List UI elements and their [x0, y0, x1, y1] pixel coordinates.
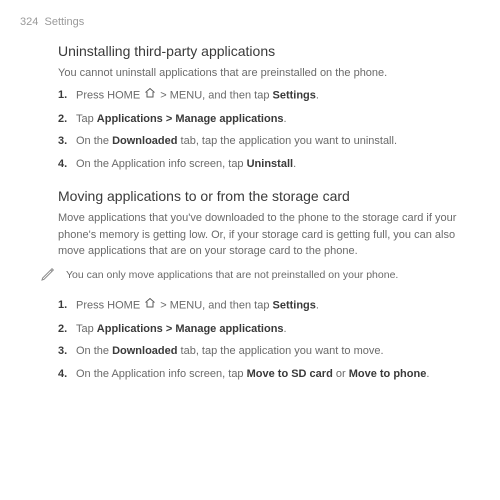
- section-intro-moving: Move applications that you've downloaded…: [58, 210, 480, 260]
- list-item: On the Application info screen, tap Unin…: [76, 156, 480, 173]
- step-bold: Settings: [273, 90, 316, 102]
- breadcrumb: Settings: [44, 16, 84, 28]
- section-title-moving: Moving applications to or from the stora…: [58, 186, 480, 207]
- step-text: Press HOME: [76, 300, 143, 312]
- list-item: Press HOME > MENU, and then tap Settings…: [76, 297, 480, 315]
- steps-uninstall: Press HOME > MENU, and then tap Settings…: [58, 87, 480, 172]
- list-item: Press HOME > MENU, and then tap Settings…: [76, 87, 480, 105]
- page-number: 324: [20, 16, 38, 28]
- step-text: or: [333, 368, 349, 380]
- step-text: tab, tap the application you want to mov…: [177, 345, 383, 357]
- list-item: On the Application info screen, tap Move…: [76, 366, 480, 383]
- note-text: You can only move applications that are …: [66, 266, 398, 284]
- step-text: On the Application info screen, tap: [76, 158, 247, 170]
- pencil-icon: [40, 266, 56, 288]
- step-text: .: [426, 368, 429, 380]
- step-text: .: [284, 323, 287, 335]
- section-intro-uninstall: You cannot uninstall applications that a…: [58, 65, 480, 82]
- list-item: On the Downloaded tab, tap the applicati…: [76, 343, 480, 360]
- step-text: Tap: [76, 113, 97, 125]
- step-text: Press HOME: [76, 90, 143, 102]
- step-text: Tap: [76, 323, 97, 335]
- step-text: On the: [76, 345, 112, 357]
- step-text: .: [293, 158, 296, 170]
- step-bold: Downloaded: [112, 135, 177, 147]
- home-icon: [144, 87, 156, 105]
- step-text: tab, tap the application you want to uni…: [177, 135, 397, 147]
- step-bold: Move to phone: [349, 368, 427, 380]
- list-item: Tap Applications > Manage applications.: [76, 111, 480, 128]
- home-icon: [144, 297, 156, 315]
- note: You can only move applications that are …: [40, 266, 480, 288]
- step-bold: Move to SD card: [247, 368, 333, 380]
- step-text: On the Application info screen, tap: [76, 368, 247, 380]
- step-bold: Applications > Manage applications: [97, 323, 284, 335]
- step-text: .: [316, 90, 319, 102]
- step-bold: Uninstall: [247, 158, 293, 170]
- step-bold: Applications > Manage applications: [97, 113, 284, 125]
- list-item: Tap Applications > Manage applications.: [76, 321, 480, 338]
- page-header: 324 Settings: [20, 14, 480, 31]
- step-text: > MENU, and then tap: [157, 300, 272, 312]
- step-text: .: [284, 113, 287, 125]
- list-item: On the Downloaded tab, tap the applicati…: [76, 133, 480, 150]
- step-text: > MENU, and then tap: [157, 90, 272, 102]
- step-bold: Settings: [273, 300, 316, 312]
- section-title-uninstall: Uninstalling third-party applications: [58, 41, 480, 62]
- steps-moving: Press HOME > MENU, and then tap Settings…: [58, 297, 480, 382]
- step-bold: Downloaded: [112, 345, 177, 357]
- step-text: On the: [76, 135, 112, 147]
- step-text: .: [316, 300, 319, 312]
- page-content: Uninstalling third-party applications Yo…: [20, 41, 480, 383]
